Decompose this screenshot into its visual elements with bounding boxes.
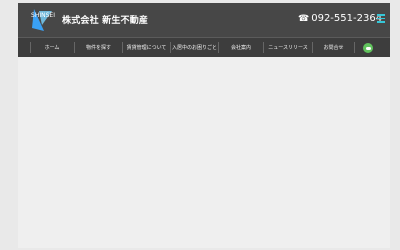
line-chat-icon[interactable] (363, 43, 373, 53)
nav-item-news-release[interactable]: ニュースリリース (264, 38, 312, 57)
phone-number: 092-551-2364 (311, 13, 383, 24)
page-viewport: SHINSEI 株式会社 新生不動産 ☎ 092-551-2364 ホーム 物件… (18, 3, 390, 248)
phone-icon: ☎ (298, 13, 310, 24)
phone-link[interactable]: ☎ 092-551-2364 (298, 12, 382, 26)
nav-item-tenant-support[interactable]: 入居中のお困りごと (171, 38, 218, 57)
nav-item-rental-management[interactable]: 賃貸管理について (123, 38, 170, 57)
nav-separator (354, 42, 355, 53)
site-header: SHINSEI 株式会社 新生不動産 ☎ 092-551-2364 (18, 3, 390, 37)
logo-text: SHINSEI (31, 12, 55, 19)
main-navigation: ホーム 物件を探す 賃貸管理について 入居中のお困りごと 会社案内 ニュースリリ… (18, 37, 390, 57)
nav-item-home[interactable]: ホーム (30, 38, 74, 57)
company-logo: SHINSEI (31, 9, 55, 31)
nav-item-property-search[interactable]: 物件を探す (75, 38, 122, 57)
chat-bubble-icon (365, 46, 371, 50)
nav-item-contact[interactable]: お問合せ (313, 38, 354, 57)
nav-item-company-profile[interactable]: 会社案内 (219, 38, 263, 57)
hamburger-menu-icon[interactable] (377, 14, 385, 23)
browser-frame: SHINSEI 株式会社 新生不動産 ☎ 092-551-2364 ホーム 物件… (0, 0, 400, 250)
company-name: 株式会社 新生不動産 (62, 16, 149, 26)
